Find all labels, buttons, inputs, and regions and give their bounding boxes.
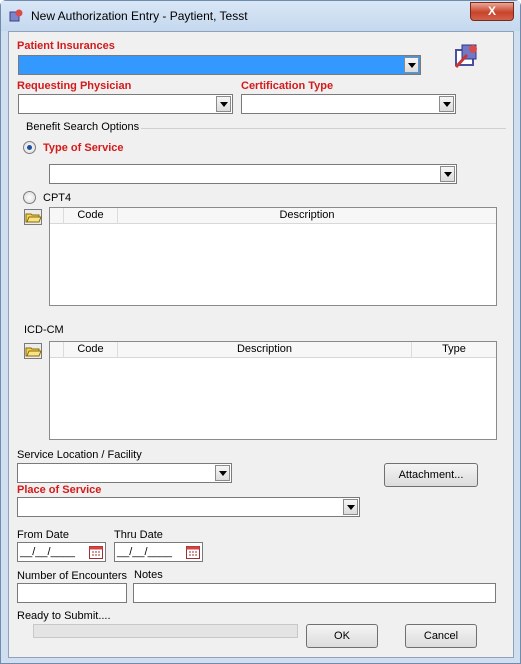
insurance-card-icon (454, 44, 477, 69)
notes-label: Notes (134, 569, 163, 581)
requesting-physician-label: Requesting Physician (17, 80, 132, 92)
ok-button[interactable]: OK (306, 624, 378, 648)
place-of-service-label: Place of Service (17, 484, 102, 496)
row-selector-header (50, 208, 64, 224)
cpt4-radio[interactable] (23, 191, 36, 204)
from-date-label: From Date (17, 529, 69, 541)
type-of-service-label: Type of Service (43, 142, 124, 154)
number-of-encounters-label: Number of Encounters (17, 570, 128, 582)
column-header-description[interactable]: Description (118, 342, 412, 358)
cpt4-grid[interactable]: Code Description (49, 207, 497, 306)
thru-date-value: __/__/____ (117, 546, 173, 558)
open-folder-icon[interactable] (24, 209, 42, 225)
benefit-search-group-label: Benefit Search Options (26, 121, 140, 133)
certification-type-label: Certification Type (241, 80, 334, 92)
from-date-input[interactable]: __/__/____ (17, 542, 106, 562)
chevron-down-icon[interactable] (439, 96, 454, 112)
patient-insurances-label: Patient Insurances (17, 40, 115, 52)
thru-date-label: Thru Date (114, 529, 163, 541)
submit-progress-bar (33, 624, 298, 638)
attachment-button[interactable]: Attachment... (384, 463, 478, 487)
chevron-down-icon[interactable] (215, 465, 230, 481)
calendar-icon[interactable] (89, 545, 103, 559)
chevron-down-icon[interactable] (404, 57, 419, 73)
app-icon (9, 9, 23, 22)
authorization-window: New Authorization Entry - Paytient, Tess… (0, 0, 521, 664)
row-selector-header (50, 342, 64, 358)
from-date-value: __/__/____ (20, 546, 76, 558)
thru-date-input[interactable]: __/__/____ (114, 542, 203, 562)
calendar-icon[interactable] (186, 545, 200, 559)
patient-insurances-select[interactable] (18, 55, 421, 75)
chevron-down-icon[interactable] (440, 166, 455, 182)
icd-cm-grid-header: Code Description Type (50, 342, 496, 358)
icd-cm-grid[interactable]: Code Description Type (49, 341, 497, 440)
column-header-code[interactable]: Code (64, 342, 118, 358)
cpt4-grid-header: Code Description (50, 208, 496, 224)
status-text: Ready to Submit.... (17, 610, 111, 622)
column-header-description[interactable]: Description (118, 208, 496, 224)
type-of-service-radio[interactable] (23, 141, 36, 154)
number-of-encounters-input[interactable] (17, 583, 127, 603)
dialog-body: Patient Insurances Requesting Physician … (8, 31, 514, 658)
column-header-code[interactable]: Code (64, 208, 118, 224)
column-header-type[interactable]: Type (412, 342, 496, 358)
chevron-down-icon[interactable] (343, 499, 358, 515)
chevron-down-icon[interactable] (216, 96, 231, 112)
place-of-service-select[interactable] (17, 497, 360, 517)
cancel-button[interactable]: Cancel (405, 624, 477, 648)
close-button[interactable]: X (470, 2, 514, 21)
window-title: New Authorization Entry - Paytient, Tess… (31, 9, 248, 23)
notes-input[interactable] (133, 583, 496, 603)
certification-type-select[interactable] (241, 94, 456, 114)
group-divider (141, 128, 506, 129)
service-location-label: Service Location / Facility (17, 449, 142, 461)
type-of-service-select[interactable] (49, 164, 457, 184)
icd-cm-label: ICD-CM (24, 324, 64, 336)
cpt4-label: CPT4 (43, 192, 72, 204)
title-bar[interactable]: New Authorization Entry - Paytient, Tess… (1, 1, 520, 31)
service-location-select[interactable] (17, 463, 232, 483)
requesting-physician-select[interactable] (18, 94, 233, 114)
open-folder-icon[interactable] (24, 343, 42, 359)
